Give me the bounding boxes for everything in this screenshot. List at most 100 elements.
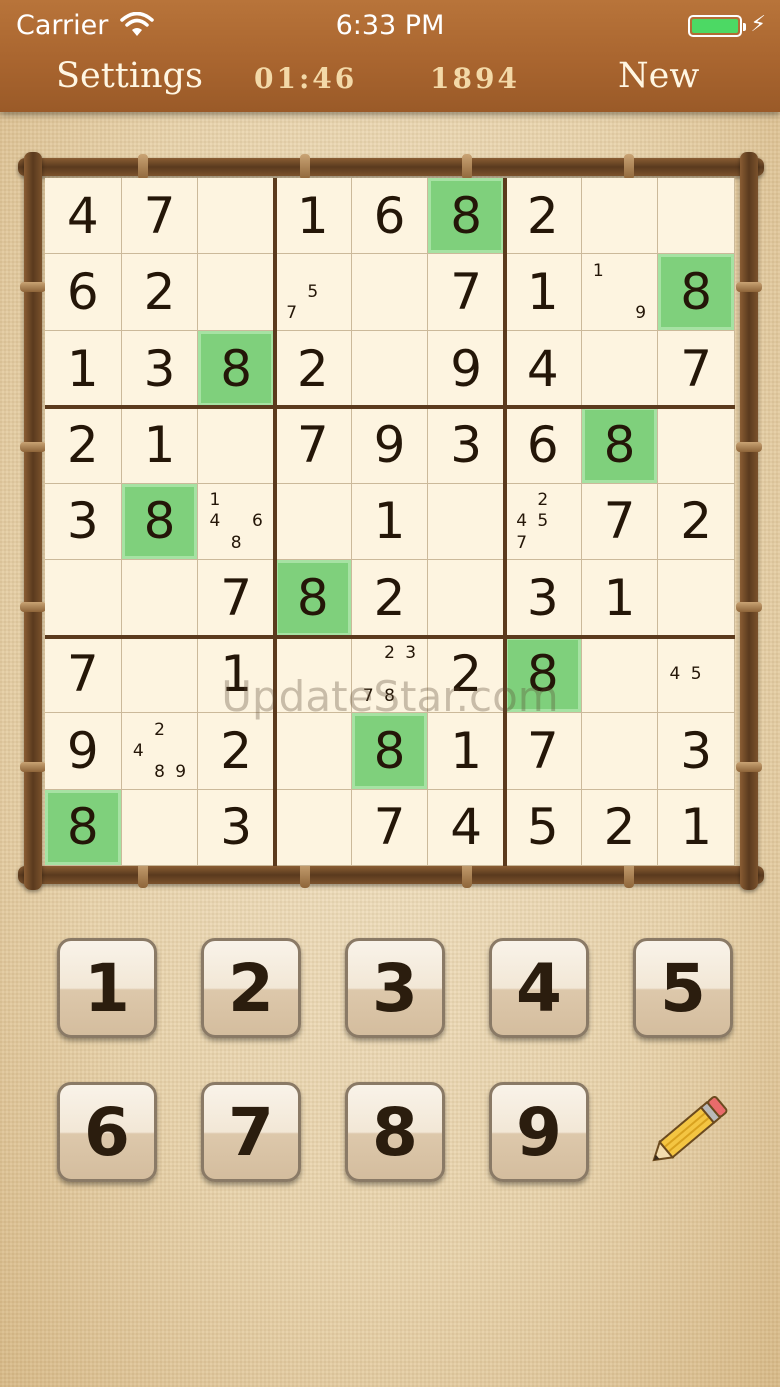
sudoku-cell[interactable]: 3: [45, 483, 122, 561]
sudoku-cell[interactable]: 7: [581, 483, 659, 561]
sudoku-cell[interactable]: [351, 330, 429, 408]
sudoku-cell[interactable]: 7: [428, 254, 505, 331]
sudoku-cell[interactable]: 3: [198, 789, 275, 866]
sudoku-cell[interactable]: 4: [505, 330, 582, 408]
new-game-button[interactable]: New: [618, 56, 699, 96]
sudoku-cell[interactable]: 8: [505, 636, 582, 714]
sudoku-cell[interactable]: 23 78: [351, 636, 429, 714]
cell-value: 9: [66, 721, 99, 780]
sudoku-cell[interactable]: 8: [121, 483, 199, 561]
sudoku-cell[interactable]: 19: [581, 254, 659, 331]
sudoku-cell[interactable]: 8: [198, 330, 275, 408]
sudoku-cell[interactable]: 57: [275, 254, 352, 331]
sudoku-cell[interactable]: 1: [45, 330, 122, 408]
sudoku-cell[interactable]: 1: [505, 254, 582, 331]
sudoku-cell[interactable]: 14 68: [198, 483, 275, 561]
number-key[interactable]: 1: [57, 938, 157, 1038]
sudoku-cell[interactable]: [198, 178, 275, 255]
sudoku-cell[interactable]: 7: [351, 789, 429, 866]
sudoku-cell[interactable]: [275, 789, 352, 866]
sudoku-cell[interactable]: 8: [45, 789, 122, 866]
number-key[interactable]: 2: [201, 938, 301, 1038]
sudoku-cell[interactable]: 1: [351, 483, 429, 561]
sudoku-cell[interactable]: [581, 178, 659, 255]
number-key[interactable]: 7: [201, 1082, 301, 1182]
sudoku-cell[interactable]: 3: [121, 330, 199, 408]
sudoku-cell[interactable]: 7: [121, 178, 199, 255]
sudoku-cell[interactable]: 8: [351, 713, 429, 790]
sudoku-cell[interactable]: [581, 713, 659, 790]
sudoku-cell[interactable]: 1: [121, 407, 199, 484]
number-key[interactable]: 4: [489, 938, 589, 1038]
cell-value: 8: [220, 339, 253, 398]
settings-button[interactable]: Settings: [56, 56, 203, 96]
sudoku-cell[interactable]: [121, 560, 199, 637]
note-digit: 4: [516, 511, 528, 532]
sudoku-cell[interactable]: 8: [428, 178, 505, 255]
sudoku-cell[interactable]: [121, 636, 199, 714]
sudoku-cell[interactable]: 9: [45, 713, 122, 790]
number-key[interactable]: 9: [489, 1082, 589, 1182]
sudoku-cell[interactable]: 1: [198, 636, 275, 714]
bamboo-knot: [736, 282, 762, 292]
sudoku-cell[interactable]: 45: [658, 636, 735, 714]
sudoku-cell[interactable]: 2: [428, 636, 505, 714]
sudoku-cell[interactable]: 1: [658, 789, 735, 866]
sudoku-cell[interactable]: [658, 407, 735, 484]
sudoku-cell[interactable]: 6: [351, 178, 429, 255]
sudoku-cell[interactable]: 9: [351, 407, 429, 484]
sudoku-cell[interactable]: 3: [658, 713, 735, 790]
sudoku-cell[interactable]: 5: [505, 789, 582, 866]
sudoku-cell[interactable]: [275, 713, 352, 790]
sudoku-cell[interactable]: 7: [198, 560, 275, 637]
sudoku-cell[interactable]: 1: [581, 560, 659, 637]
sudoku-cell[interactable]: 2: [505, 178, 582, 255]
sudoku-cell[interactable]: 2457: [505, 483, 582, 561]
sudoku-cell[interactable]: 8: [658, 254, 735, 331]
sudoku-cell[interactable]: [275, 483, 352, 561]
sudoku-cell[interactable]: 2: [121, 254, 199, 331]
sudoku-cell[interactable]: [581, 636, 659, 714]
number-key[interactable]: 8: [345, 1082, 445, 1182]
sudoku-cell[interactable]: 3: [428, 407, 505, 484]
sudoku-cell[interactable]: [198, 407, 275, 484]
sudoku-cell[interactable]: [658, 560, 735, 637]
pencil-notes-icon[interactable]: [640, 1090, 732, 1176]
sudoku-cell[interactable]: [428, 483, 505, 561]
sudoku-cell[interactable]: 8: [581, 407, 659, 484]
cell-notes: 23 78: [358, 643, 422, 706]
sudoku-cell[interactable]: 8: [275, 560, 352, 637]
cell-notes: 2489: [128, 719, 192, 782]
sudoku-cell[interactable]: 2: [198, 713, 275, 790]
number-key[interactable]: 3: [345, 938, 445, 1038]
sudoku-cell[interactable]: [198, 254, 275, 331]
number-key[interactable]: 6: [57, 1082, 157, 1182]
sudoku-cell[interactable]: [275, 636, 352, 714]
sudoku-cell[interactable]: [428, 560, 505, 637]
sudoku-cell[interactable]: 2: [45, 407, 122, 484]
sudoku-cell[interactable]: 1: [428, 713, 505, 790]
sudoku-cell[interactable]: 4: [428, 789, 505, 866]
bamboo-left: [24, 152, 42, 890]
sudoku-cell[interactable]: 2489: [121, 713, 199, 790]
sudoku-cell[interactable]: 2: [581, 789, 659, 866]
sudoku-cell[interactable]: 6: [505, 407, 582, 484]
sudoku-cell[interactable]: [121, 789, 199, 866]
sudoku-cell[interactable]: 7: [275, 407, 352, 484]
sudoku-cell[interactable]: 7: [505, 713, 582, 790]
sudoku-cell[interactable]: 1: [275, 178, 352, 255]
sudoku-cell[interactable]: 2: [351, 560, 429, 637]
sudoku-cell[interactable]: 9: [428, 330, 505, 408]
sudoku-cell[interactable]: 7: [658, 330, 735, 408]
sudoku-cell[interactable]: [581, 330, 659, 408]
sudoku-cell[interactable]: 2: [658, 483, 735, 561]
sudoku-cell[interactable]: [351, 254, 429, 331]
sudoku-cell[interactable]: 6: [45, 254, 122, 331]
sudoku-cell[interactable]: 4: [45, 178, 122, 255]
sudoku-cell[interactable]: 2: [275, 330, 352, 408]
sudoku-cell[interactable]: 3: [505, 560, 582, 637]
sudoku-cell[interactable]: 7: [45, 636, 122, 714]
sudoku-cell[interactable]: [45, 560, 122, 637]
number-key[interactable]: 5: [633, 938, 733, 1038]
sudoku-cell[interactable]: [658, 178, 735, 255]
